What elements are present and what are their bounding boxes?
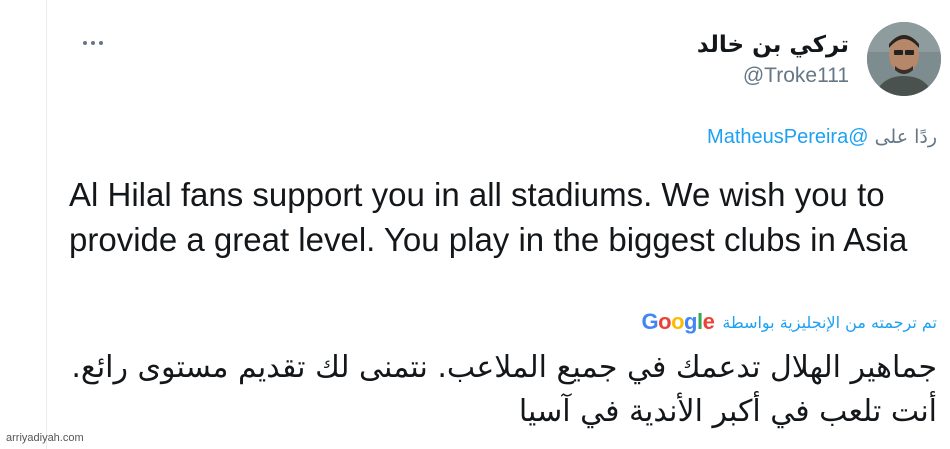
google-logo-letter: g <box>684 309 697 334</box>
author-display-name[interactable]: تركي بن خالد <box>697 32 849 58</box>
google-logo-letter: e <box>702 309 715 334</box>
tweet-card: تركي بن خالد @Troke111 ردًا على @Matheus… <box>46 0 950 449</box>
watermark: arriyadiyah.com <box>6 432 84 444</box>
translation-attribution: تم ترجمته من الإنجليزية بواسطة Google <box>642 309 938 335</box>
google-logo-letter: G <box>641 309 659 334</box>
tweet-header: تركي بن خالد @Troke111 <box>61 22 941 102</box>
google-logo-letter: o <box>658 309 672 334</box>
reply-mention-link[interactable]: @MatheusPereira <box>707 126 869 148</box>
google-logo-letter: o <box>671 309 685 334</box>
translation-label: تم ترجمته من الإنجليزية بواسطة <box>722 312 937 332</box>
translated-text: جماهير الهلال تدعمك في جميع الملاعب. نتم… <box>71 350 937 429</box>
ellipsis-icon <box>91 41 95 45</box>
google-logo-icon[interactable]: Google <box>642 309 715 335</box>
ellipsis-icon <box>83 41 87 45</box>
avatar[interactable] <box>867 22 941 96</box>
reply-prefix: ردًا على <box>874 126 937 148</box>
reply-context: ردًا على @MatheusPereira <box>707 126 937 149</box>
user-avatar-photo <box>867 22 941 96</box>
tweet-text: Al Hilal fans support you in all stadium… <box>69 176 908 258</box>
author-handle[interactable]: @Troke111 <box>743 64 849 88</box>
ellipsis-icon <box>99 41 103 45</box>
more-options-button[interactable] <box>83 36 113 50</box>
